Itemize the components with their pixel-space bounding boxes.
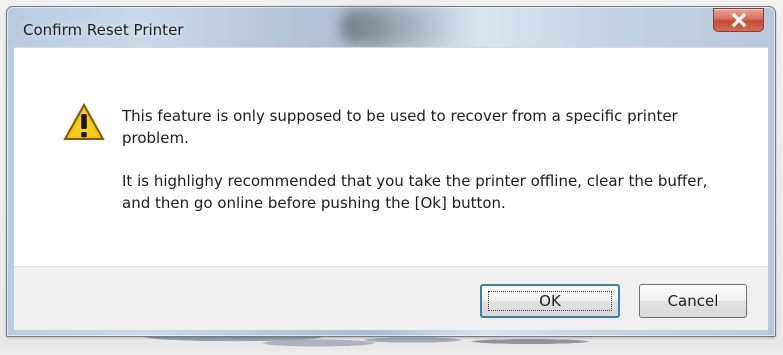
message-paragraph-1: This feature is only supposed to be used… [122, 107, 678, 147]
dialog-message: This feature is only supposed to be used… [122, 105, 732, 214]
confirm-reset-printer-dialog: Confirm Reset Printer This feature is on… [6, 6, 776, 337]
dialog-content: This feature is only supposed to be used… [14, 47, 768, 266]
warning-icon [63, 103, 105, 140]
close-icon [731, 12, 747, 28]
close-button[interactable] [713, 8, 764, 32]
ok-button[interactable]: OK [480, 284, 620, 318]
message-paragraph-2: It is highlighy recommended that you tak… [122, 172, 708, 212]
title-bar[interactable]: Confirm Reset Printer [7, 7, 775, 47]
dialog-button-bar: OK Cancel [14, 266, 768, 330]
window-title: Confirm Reset Printer [23, 21, 184, 39]
title-bar-glare [341, 10, 455, 44]
cancel-button[interactable]: Cancel [639, 284, 747, 318]
